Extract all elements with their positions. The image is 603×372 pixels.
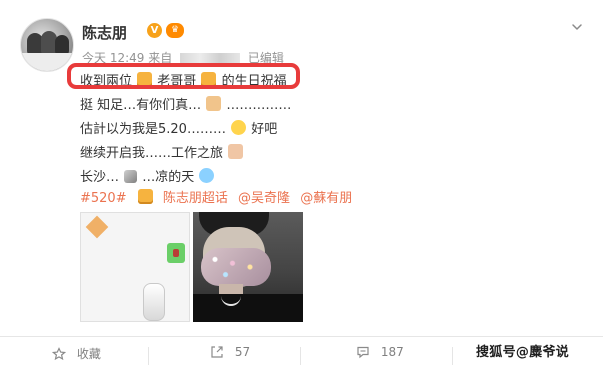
- line2-text-1: 挺 知足…有你们真…: [80, 98, 202, 113]
- post-photo-1[interactable]: [80, 212, 190, 322]
- wink-emoji-icon: [231, 120, 247, 135]
- peace-hand-emoji-icon: [228, 144, 244, 159]
- line3-text-2: 好吧: [251, 122, 278, 137]
- user-name[interactable]: 陈志朋: [82, 22, 127, 43]
- post-line-2: 挺 知足…有你们真… ……………: [80, 94, 291, 113]
- post-line-5: 长沙… …凉的天: [80, 166, 215, 185]
- star-icon: [51, 347, 67, 361]
- line2-text-2: ……………: [226, 98, 292, 113]
- action-bar-divider: [0, 336, 603, 337]
- line3-text-1: 估計以为我是5.20………: [80, 122, 226, 137]
- red-highlight-box: [67, 63, 300, 89]
- photo1-green-note: [167, 243, 185, 263]
- line5-text-1: 长沙…: [80, 170, 120, 185]
- post-line-4: 继续开启我……工作之旅: [80, 142, 244, 161]
- collect-label: 收藏: [76, 347, 101, 361]
- post-photo-2[interactable]: [193, 212, 303, 322]
- line4-text-1: 继续开启我……工作之旅: [80, 146, 224, 161]
- avatar-base: [21, 53, 73, 71]
- mention-su-youpeng[interactable]: @蘇有朋: [300, 191, 352, 206]
- comment-button[interactable]: 187: [356, 345, 404, 359]
- photo2-shirt: [193, 294, 303, 322]
- verified-badge: V: [147, 23, 162, 38]
- super-topic-icon: [137, 189, 153, 204]
- photo2-mask: [201, 248, 271, 286]
- avatar[interactable]: [20, 18, 74, 72]
- action-separator: [452, 347, 453, 365]
- forward-button[interactable]: 57: [210, 345, 250, 359]
- avatar-person-3: [55, 35, 69, 55]
- comment-count: 187: [380, 345, 404, 359]
- cold-face-emoji-icon: [199, 168, 215, 183]
- super-topic-link[interactable]: 陈志朋超话: [163, 191, 228, 206]
- sohu-watermark: 搜狐号@麋爷说: [476, 343, 598, 363]
- collect-button[interactable]: 收藏: [51, 345, 101, 362]
- forward-count: 57: [234, 345, 251, 359]
- mention-wu-qilong[interactable]: @吴奇隆: [238, 191, 290, 206]
- comment-icon: [356, 345, 370, 359]
- chevron-down-icon[interactable]: [571, 18, 583, 30]
- hashtag-520[interactable]: #520#: [80, 191, 127, 206]
- share-icon: [210, 345, 224, 359]
- photo1-figure: [143, 283, 165, 321]
- action-separator: [148, 347, 149, 365]
- weibo-post-card: 陈志朋 V ♛ 今天 12:49 来自 已编辑 收到兩位 老哥哥 的生日祝福 挺…: [0, 0, 603, 372]
- knife-emoji-icon: [124, 170, 138, 183]
- photo1-corner-decoration: [85, 215, 109, 239]
- post-line-3: 估計以为我是5.20……… 好吧: [80, 118, 277, 137]
- line5-text-2: …凉的天: [142, 170, 195, 185]
- action-separator: [300, 347, 301, 365]
- vip-badge: ♛: [166, 23, 184, 38]
- post-tags: #520# 陈志朋超话 @吴奇隆 @蘇有朋: [80, 187, 358, 206]
- thumbs-up-emoji-icon: [206, 96, 222, 111]
